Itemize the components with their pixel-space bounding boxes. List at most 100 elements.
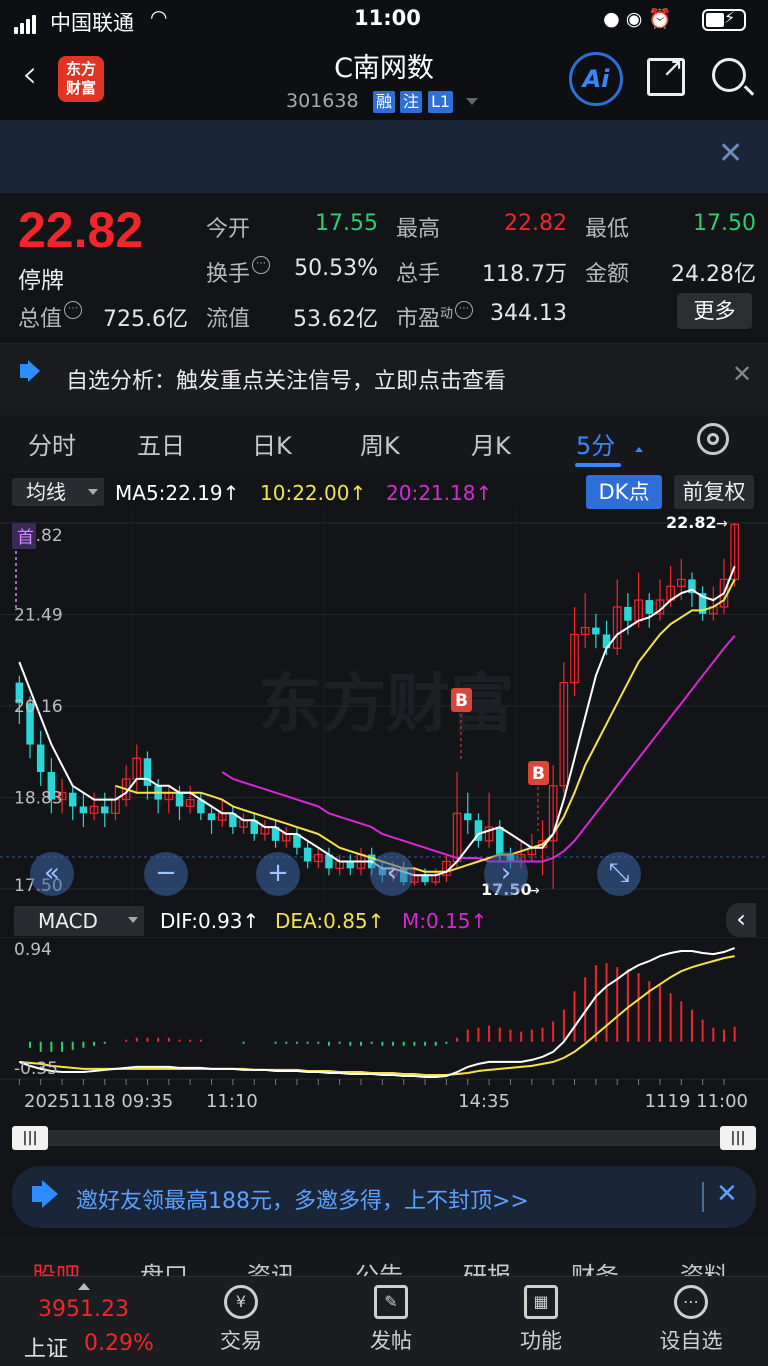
open-value: 17.55 bbox=[315, 211, 378, 236]
tab-profile[interactable]: 资料 bbox=[680, 1256, 728, 1276]
volume-value: 118.7万 bbox=[482, 262, 567, 287]
tab-research[interactable]: 研报 bbox=[463, 1256, 511, 1276]
carrier-label: 中国联通 bbox=[50, 11, 134, 35]
dk-button[interactable]: DK点 bbox=[586, 475, 662, 509]
lock-rotation-icon: ◉ bbox=[625, 8, 649, 30]
gear-icon[interactable] bbox=[697, 423, 729, 455]
invite-banner[interactable]: 邀好友领最高188元，多邀多得，上不封顶>> ✕ bbox=[12, 1166, 756, 1228]
search-icon[interactable] bbox=[712, 58, 755, 96]
adjust-button[interactable]: 前复权 bbox=[674, 475, 754, 509]
svg-text:B: B bbox=[532, 764, 545, 784]
tab-intraday[interactable]: 分时 bbox=[28, 426, 76, 461]
m-label: M:0.15↑ bbox=[402, 909, 488, 933]
collapse-icon[interactable]: ‹ bbox=[726, 903, 756, 937]
ma10-label: 10:22.00↑ bbox=[260, 481, 367, 505]
candle bbox=[36, 744, 45, 773]
time-label: 14:35 bbox=[458, 1091, 510, 1112]
tab-monthly-k[interactable]: 月K bbox=[471, 426, 511, 461]
tab-weekly-k[interactable]: 周K bbox=[360, 426, 400, 461]
candle bbox=[464, 813, 472, 821]
zoom-out-icon[interactable]: − bbox=[144, 852, 188, 896]
tab-daily-k[interactable]: 日K bbox=[252, 426, 292, 461]
price-tick: 21.49 bbox=[14, 606, 63, 626]
trade-button[interactable]: ¥ 交易 bbox=[191, 1285, 291, 1355]
tab-five-day[interactable]: 五日 bbox=[137, 426, 185, 461]
float-value: 53.62亿 bbox=[293, 307, 378, 332]
wifi-icon: ◠ bbox=[150, 5, 168, 29]
tag-level1: L1 bbox=[428, 91, 454, 113]
svg-text:→: → bbox=[716, 516, 728, 532]
float-label: 流值 bbox=[206, 307, 251, 332]
invite-text[interactable]: 邀好友领最高188元，多邀多得，上不封顶>> bbox=[76, 1183, 529, 1215]
candle bbox=[207, 813, 216, 821]
close-icon[interactable]: ✕ bbox=[716, 1179, 738, 1209]
tab-news[interactable]: 资讯 bbox=[247, 1256, 295, 1276]
notice-bar[interactable]: 自选分析：触发重点关注信号，立即点击查看 ✕ bbox=[0, 343, 768, 409]
nav-bar: ‹ 东方 财富 C南网数 301638 融 注 L1 Ai ↗ bbox=[0, 40, 768, 120]
close-icon[interactable]: ✕ bbox=[718, 136, 743, 171]
turnover-label: 换手 ⋯ bbox=[206, 256, 271, 288]
functions-button[interactable]: ▦ 功能 bbox=[491, 1285, 591, 1355]
scroll-handle-left[interactable]: ||| bbox=[12, 1126, 48, 1150]
low-value: 17.50 bbox=[693, 211, 756, 236]
time-label: 11:10 bbox=[206, 1091, 258, 1112]
mktcap-label: 总值 ⋯ bbox=[18, 301, 83, 333]
time-label: 20251118 09:35 bbox=[24, 1091, 173, 1112]
macd-select[interactable]: MACD bbox=[14, 906, 144, 936]
next-icon[interactable]: › bbox=[484, 852, 528, 896]
macd-tick: -0.35 bbox=[14, 1059, 58, 1079]
info-icon: ⋯ bbox=[64, 301, 83, 319]
active-tab-indicator bbox=[575, 463, 621, 467]
tab-forum[interactable]: 股吧 bbox=[32, 1256, 80, 1276]
prev-icon[interactable]: ‹ bbox=[370, 852, 414, 896]
megaphone-icon bbox=[42, 1180, 58, 1208]
status-time: 11:00 bbox=[354, 6, 421, 30]
chevron-up-icon[interactable] bbox=[78, 1283, 90, 1290]
candle bbox=[346, 861, 355, 869]
dropdown-icon[interactable] bbox=[635, 447, 643, 452]
first-marker: 首 bbox=[17, 528, 34, 548]
tab-orderbook[interactable]: 盘口 bbox=[140, 1256, 188, 1276]
indicator-select[interactable]: 均线 bbox=[12, 478, 104, 506]
high-value: 22.82 bbox=[504, 211, 567, 236]
zoom-in-icon[interactable]: + bbox=[256, 852, 300, 896]
more-button[interactable]: 更多 bbox=[677, 293, 752, 329]
tab-announcements[interactable]: 公告 bbox=[355, 1256, 403, 1276]
last-price: 22.82 bbox=[18, 202, 144, 258]
close-icon[interactable]: ✕ bbox=[732, 360, 752, 388]
tag-margin: 融 bbox=[373, 91, 396, 113]
status-icons: ●◉⏰ bbox=[603, 7, 678, 30]
macd-chart[interactable]: 0.94 -0.35 20251118 09:35 11:10 14:35 1119 1… bbox=[0, 937, 768, 1120]
range-scroller[interactable]: ||| ||| bbox=[0, 1120, 768, 1156]
macd-header: MACD DIF:0.93↑ DEA:0.85↑ M:0.15↑ ‹ bbox=[0, 903, 768, 937]
yen-icon: ¥ bbox=[224, 1285, 258, 1319]
notice-text[interactable]: 自选分析：触发重点关注信号，立即点击查看 bbox=[66, 363, 506, 395]
dea-label: DEA:0.85↑ bbox=[275, 909, 385, 933]
low-label: 最低 bbox=[585, 217, 630, 242]
index-name[interactable]: 上证 bbox=[24, 1331, 68, 1363]
share-icon[interactable]: ↗ bbox=[647, 53, 685, 96]
info-tabs: 股吧 盘口 资讯 公告 研报 财务 资料 bbox=[0, 1236, 768, 1276]
dif-label: DIF:0.93↑ bbox=[160, 909, 260, 933]
add-watchlist-button[interactable]: ⋯ 设自选 bbox=[641, 1285, 741, 1355]
tab-5min[interactable]: 5分 bbox=[576, 426, 615, 461]
svg-text:B: B bbox=[455, 691, 468, 711]
chevron-down-icon[interactable] bbox=[466, 98, 478, 105]
candle bbox=[68, 792, 77, 807]
scroll-left-icon[interactable]: « bbox=[30, 852, 74, 896]
ai-button[interactable]: Ai bbox=[569, 52, 623, 106]
watermark: 东方财富 bbox=[258, 668, 514, 742]
fullscreen-icon[interactable]: ⤡ bbox=[597, 852, 641, 896]
index-value[interactable]: 3951.23 bbox=[38, 1297, 129, 1322]
kline-chart[interactable]: 东方财富 22.8221.4920.1618.8317.50 首 B B 22.… bbox=[0, 511, 768, 903]
scroll-track[interactable] bbox=[14, 1130, 754, 1146]
index-change[interactable]: 0.29% bbox=[84, 1331, 154, 1356]
status-bar: 中国联通 ◠ 11:00 ●◉⏰ ⚡ bbox=[0, 0, 768, 40]
amount-value: 24.28亿 bbox=[671, 262, 756, 287]
tab-financials[interactable]: 财务 bbox=[571, 1256, 619, 1276]
candle bbox=[175, 792, 184, 807]
ad-banner[interactable]: ✕ bbox=[0, 120, 768, 193]
open-label: 今开 bbox=[206, 217, 251, 242]
post-button[interactable]: ✎ 发帖 bbox=[341, 1285, 441, 1355]
scroll-handle-right[interactable]: ||| bbox=[720, 1126, 756, 1150]
